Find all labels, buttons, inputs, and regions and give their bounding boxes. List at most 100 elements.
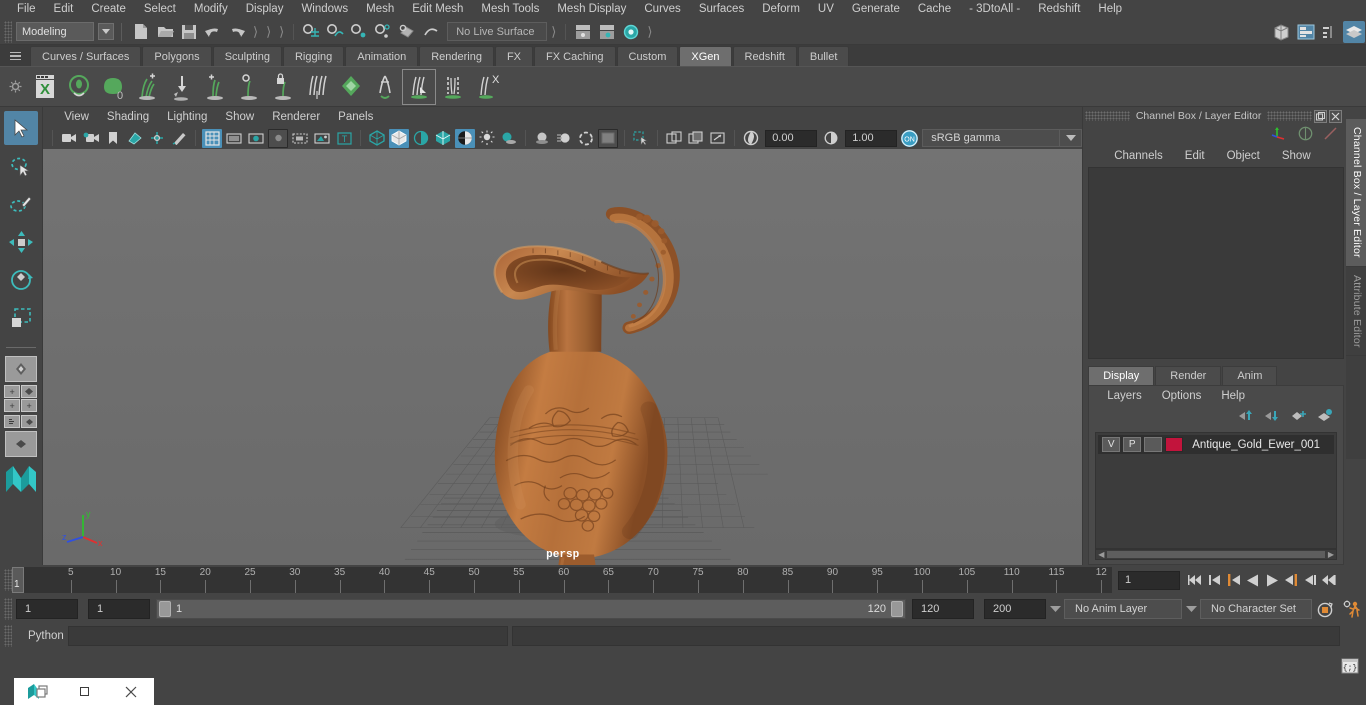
step-back-frame-icon[interactable] xyxy=(1224,569,1243,591)
persp-outliner-layout[interactable] xyxy=(4,415,21,428)
move-layer-down-icon[interactable] xyxy=(1265,409,1281,425)
move-layer-up-icon[interactable] xyxy=(1239,409,1255,425)
persp-graph-layout[interactable] xyxy=(21,415,38,428)
panel-grip-right[interactable] xyxy=(1267,111,1312,121)
shelf-options-gear-icon[interactable] xyxy=(2,67,28,107)
move-tool[interactable] xyxy=(4,225,38,259)
show-grid-icon[interactable] xyxy=(202,128,223,148)
character-set-dropdown-icon[interactable] xyxy=(1182,606,1200,612)
layer-color-swatch[interactable] xyxy=(1165,437,1184,452)
menu-modify[interactable]: Modify xyxy=(185,0,237,19)
channel-box-icon[interactable] xyxy=(1343,20,1365,43)
channel-box-content[interactable] xyxy=(1088,167,1344,359)
xgen-part-icon[interactable] xyxy=(436,69,470,105)
tool-settings-icon[interactable] xyxy=(1319,21,1341,43)
menu-redshift[interactable]: Redshift xyxy=(1029,0,1089,19)
shelf-tab-bullet[interactable]: Bullet xyxy=(797,46,850,66)
panel-grip-left[interactable] xyxy=(1085,111,1130,121)
film-gate-mask-icon[interactable] xyxy=(290,129,310,148)
range-end-handle[interactable] xyxy=(891,601,903,617)
auto-keyframe-icon[interactable] xyxy=(1312,601,1338,618)
axis-mini-gizmo-icon[interactable] xyxy=(1271,126,1288,144)
redo-icon[interactable] xyxy=(226,21,248,43)
shelf-tab-rigging[interactable]: Rigging xyxy=(282,46,345,66)
xgen-lock-icon[interactable] xyxy=(266,69,300,105)
exposure-icon[interactable] xyxy=(741,129,761,148)
menu-set-selector[interactable]: Modeling xyxy=(16,22,94,41)
viewport-menu-renderer[interactable]: Renderer xyxy=(263,107,329,127)
layer-tab-render[interactable]: Render xyxy=(1155,366,1222,385)
play-backwards-icon[interactable] xyxy=(1243,569,1262,591)
go-to-start-icon[interactable] xyxy=(1186,569,1205,591)
hide-editor-icon[interactable] xyxy=(596,21,618,43)
step-forward-keyframe-icon[interactable] xyxy=(1300,569,1319,591)
save-scene-icon[interactable] xyxy=(178,21,200,43)
layer-tab-display[interactable]: Display xyxy=(1088,366,1155,385)
layer-menu-options[interactable]: Options xyxy=(1152,386,1212,406)
toggle-attribute-editor-icon[interactable] xyxy=(1323,126,1338,144)
smooth-shade-all-icon[interactable] xyxy=(389,128,410,148)
attribute-editor-icon[interactable] xyxy=(1295,21,1317,43)
snap-to-projected-center-icon[interactable] xyxy=(372,21,394,43)
color-management-toggle-icon[interactable]: ON xyxy=(901,129,919,147)
vertical-tab-attribute-editor[interactable]: Attribute Editor xyxy=(1346,266,1366,357)
go-to-end-icon[interactable] xyxy=(1319,569,1338,591)
layer-tab-anim[interactable]: Anim xyxy=(1222,366,1278,385)
create-layer-from-selected-icon[interactable] xyxy=(1317,409,1333,425)
xgen-add-region-icon[interactable] xyxy=(232,69,266,105)
anim-layer-dropdown-icon[interactable] xyxy=(1046,606,1064,612)
animation-end-time-field[interactable]: 200 xyxy=(984,599,1046,619)
range-slider-grip[interactable] xyxy=(4,598,12,620)
text-overlay-icon[interactable]: T xyxy=(334,129,354,148)
menu-windows[interactable]: Windows xyxy=(292,0,357,19)
layer-shading-toggle[interactable] xyxy=(1144,437,1163,452)
play-forwards-icon[interactable] xyxy=(1262,569,1281,591)
multisample-aa-icon[interactable] xyxy=(576,129,596,148)
shelf-tab-polygons[interactable]: Polygons xyxy=(142,46,212,66)
playback-start-time-field[interactable]: 1 xyxy=(88,599,150,619)
three-pane-layout[interactable]: + xyxy=(21,399,38,412)
menu-help[interactable]: Help xyxy=(1089,0,1131,19)
shelf-tab-fx[interactable]: FX xyxy=(494,46,534,66)
animation-preferences-icon[interactable] xyxy=(1338,600,1366,618)
shelf-tab-xgen[interactable]: XGen xyxy=(679,46,732,66)
toolbar-expander-3[interactable]: ⟩ xyxy=(279,24,284,40)
menu-curves[interactable]: Curves xyxy=(635,0,689,19)
menu-create[interactable]: Create xyxy=(82,0,135,19)
viewport-menu-shading[interactable]: Shading xyxy=(98,107,158,127)
xgen-add-groom-icon[interactable] xyxy=(130,69,164,105)
image-plane-icon[interactable] xyxy=(125,129,145,148)
xgen-clump-icon[interactable] xyxy=(368,69,402,105)
snap-to-grid-icon[interactable] xyxy=(300,21,322,43)
range-start-handle[interactable] xyxy=(159,601,171,617)
persp-layout[interactable] xyxy=(21,385,38,398)
gate-mask-icon[interactable] xyxy=(268,128,289,148)
motion-blur-icon[interactable] xyxy=(554,129,574,148)
menu-surfaces[interactable]: Surfaces xyxy=(690,0,753,19)
paint-select-tool[interactable] xyxy=(4,187,38,221)
color-management-field[interactable]: sRGB gamma xyxy=(922,129,1061,147)
resolution-gate-icon[interactable] xyxy=(246,129,266,148)
command-input-field[interactable] xyxy=(68,626,508,646)
scale-tool[interactable] xyxy=(4,301,38,335)
xray-joints-icon[interactable] xyxy=(686,129,706,148)
persp-hypershade-layout[interactable] xyxy=(5,431,38,457)
exposure-value[interactable]: 0.00 xyxy=(765,129,818,147)
channel-menu-show[interactable]: Show xyxy=(1271,145,1322,167)
menu-set-dropdown-arrow[interactable] xyxy=(98,23,114,40)
depth-of-field-icon[interactable] xyxy=(598,128,619,148)
menu-deform[interactable]: Deform xyxy=(753,0,809,19)
layer-menu-help[interactable]: Help xyxy=(1211,386,1255,406)
scroll-right-arrow[interactable]: ▶ xyxy=(1328,550,1334,559)
shelf-tab-animation[interactable]: Animation xyxy=(345,46,419,66)
viewport-menu-view[interactable]: View xyxy=(55,107,98,127)
two-d-pan-zoom-icon[interactable] xyxy=(147,129,167,148)
menu-mesh[interactable]: Mesh xyxy=(357,0,403,19)
step-forward-frame-icon[interactable] xyxy=(1281,569,1300,591)
open-scene-icon[interactable] xyxy=(154,21,176,43)
new-scene-icon[interactable] xyxy=(130,21,152,43)
render-view-icon[interactable] xyxy=(620,21,642,43)
xgen-add-density-icon[interactable] xyxy=(198,69,232,105)
channel-menu-edit[interactable]: Edit xyxy=(1174,145,1216,167)
screen-space-ao-icon[interactable] xyxy=(532,129,552,148)
